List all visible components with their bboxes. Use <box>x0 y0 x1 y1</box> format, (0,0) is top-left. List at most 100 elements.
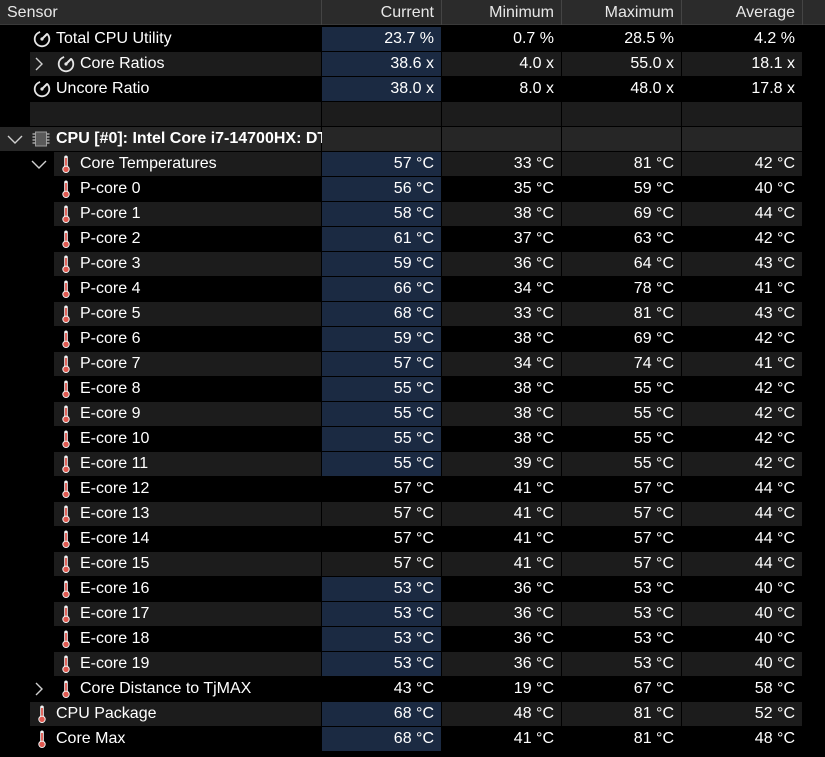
core-row[interactable]: P-core 1 58 °C 38 °C 69 °C 44 °C <box>0 202 802 227</box>
core-row[interactable]: E-core 10 55 °C 38 °C 55 °C 42 °C <box>0 427 802 452</box>
average-value: 18.1 x <box>682 52 802 76</box>
maximum-value: 69 °C <box>562 202 681 226</box>
sensor-label: E-core 16 <box>80 580 150 597</box>
sensor-row[interactable]: Core Distance to TjMAX 43 °C 19 °C 67 °C 58 … <box>0 677 802 702</box>
chevron-right-icon[interactable] <box>31 680 47 698</box>
core-row[interactable]: P-core 0 56 °C 35 °C 59 °C 40 °C <box>0 177 802 202</box>
minimum-value: 36 °C <box>442 577 561 601</box>
sensor-label: E-core 17 <box>80 605 150 622</box>
sensor-label: E-core 19 <box>80 655 150 672</box>
thermometer-icon <box>56 554 76 574</box>
sensor-name-cell: CPU [#0]: Intel Core i7-14700HX: DTS <box>0 127 338 151</box>
sensor-row[interactable]: Total CPU Utility 23.7 % 0.7 % 28.5 % 4.2 % <box>0 27 802 52</box>
core-row[interactable]: E-core 13 57 °C 41 °C 57 °C 44 °C <box>0 502 802 527</box>
maximum-value: 67 °C <box>562 677 681 701</box>
empty-cell <box>442 102 561 126</box>
thermometer-icon <box>56 404 76 424</box>
chevron-down-icon[interactable] <box>30 157 48 175</box>
column-header-current[interactable]: Current <box>322 0 442 25</box>
minimum-value: 38 °C <box>442 427 561 451</box>
sensor-name-cell: E-core 19 <box>0 652 321 676</box>
minimum-value: 4.0 x <box>442 52 561 76</box>
maximum-value: 81 °C <box>562 727 681 751</box>
gauge-icon <box>32 29 52 49</box>
sensor-name-cell: E-core 11 <box>0 452 321 476</box>
current-value: 23.7 % <box>322 27 441 51</box>
sensor-label: E-core 10 <box>80 430 150 447</box>
maximum-value: 55 °C <box>562 402 681 426</box>
core-row[interactable]: E-core 19 53 °C 36 °C 53 °C 40 °C <box>0 652 802 677</box>
sensor-row[interactable]: Core Max 68 °C 41 °C 81 °C 48 °C <box>0 727 802 752</box>
empty-cell <box>0 102 321 126</box>
maximum-value: 57 °C <box>562 502 681 526</box>
gauge-icon <box>56 54 76 74</box>
sensor-row[interactable]: Core Temperatures 57 °C 33 °C 81 °C 42 °C <box>0 152 802 177</box>
sensor-name-cell: P-core 4 <box>0 277 321 301</box>
sensor-label: E-core 15 <box>80 555 150 572</box>
core-row[interactable]: P-core 2 61 °C 37 °C 63 °C 42 °C <box>0 227 802 252</box>
core-row[interactable]: P-core 5 68 °C 33 °C 81 °C 43 °C <box>0 302 802 327</box>
sensor-label: P-core 6 <box>80 330 141 347</box>
average-value: 17.8 x <box>682 77 802 101</box>
thermometer-icon <box>56 179 76 199</box>
minimum-value: 33 °C <box>442 152 561 176</box>
current-value: 57 °C <box>322 502 441 526</box>
sensor-label: P-core 0 <box>80 180 141 197</box>
sensor-label: Total CPU Utility <box>56 30 172 47</box>
sensor-name-cell: Core Temperatures <box>0 152 321 176</box>
core-row[interactable]: E-core 9 55 °C 38 °C 55 °C 42 °C <box>0 402 802 427</box>
thermometer-icon <box>56 354 76 374</box>
thermometer-icon <box>56 154 76 174</box>
minimum-value: 41 °C <box>442 527 561 551</box>
minimum-value: 38 °C <box>442 327 561 351</box>
current-value: 53 °C <box>322 627 441 651</box>
minimum-value: 35 °C <box>442 177 561 201</box>
sensor-group-row[interactable]: CPU [#0]: Intel Core i7-14700HX: DTS <box>0 127 802 152</box>
sensor-label: Core Ratios <box>80 55 165 72</box>
average-value: 58 °C <box>682 677 802 701</box>
chevron-down-icon[interactable] <box>6 132 24 150</box>
maximum-value: 69 °C <box>562 327 681 351</box>
sensor-name-cell: Uncore Ratio <box>0 77 321 101</box>
core-row[interactable]: E-core 8 55 °C 38 °C 55 °C 42 °C <box>0 377 802 402</box>
column-header-minimum[interactable]: Minimum <box>442 0 562 25</box>
average-value: 44 °C <box>682 477 802 501</box>
chevron-right-icon[interactable] <box>31 55 47 73</box>
core-row[interactable]: E-core 12 57 °C 41 °C 57 °C 44 °C <box>0 477 802 502</box>
core-row[interactable]: E-core 17 53 °C 36 °C 53 °C 40 °C <box>0 602 802 627</box>
column-header-maximum[interactable]: Maximum <box>562 0 682 25</box>
sensor-row[interactable]: Uncore Ratio 38.0 x 8.0 x 48.0 x 17.8 x <box>0 77 802 102</box>
core-row[interactable]: E-core 15 57 °C 41 °C 57 °C 44 °C <box>0 552 802 577</box>
sensor-label: P-core 4 <box>80 280 141 297</box>
core-row[interactable]: P-core 7 57 °C 34 °C 74 °C 41 °C <box>0 352 802 377</box>
minimum-value: 34 °C <box>442 352 561 376</box>
column-header-sensor[interactable]: Sensor <box>0 0 322 25</box>
core-row[interactable]: P-core 6 59 °C 38 °C 69 °C 42 °C <box>0 327 802 352</box>
sensor-label: E-core 8 <box>80 380 141 397</box>
minimum-value: 36 °C <box>442 252 561 276</box>
sensor-name-cell: E-core 14 <box>0 527 321 551</box>
current-value: 57 °C <box>322 477 441 501</box>
core-row[interactable]: E-core 14 57 °C 41 °C 57 °C 44 °C <box>0 527 802 552</box>
sensor-row[interactable]: CPU Package 68 °C 48 °C 81 °C 52 °C <box>0 702 802 727</box>
core-row[interactable]: E-core 11 55 °C 39 °C 55 °C 42 °C <box>0 452 802 477</box>
core-row[interactable]: E-core 16 53 °C 36 °C 53 °C 40 °C <box>0 577 802 602</box>
maximum-value: 55 °C <box>562 427 681 451</box>
current-value: 43 °C <box>322 677 441 701</box>
average-value: 40 °C <box>682 627 802 651</box>
column-header-average[interactable]: Average <box>682 0 803 25</box>
core-row[interactable]: E-core 18 53 °C 36 °C 53 °C 40 °C <box>0 627 802 652</box>
maximum-value: 57 °C <box>562 527 681 551</box>
core-row[interactable]: P-core 4 66 °C 34 °C 78 °C 41 °C <box>0 277 802 302</box>
average-value: 40 °C <box>682 577 802 601</box>
scroll-gutter <box>803 27 825 755</box>
sensor-label: CPU [#0]: Intel Core i7-14700HX: DTS <box>56 130 338 147</box>
maximum-value: 63 °C <box>562 227 681 251</box>
sensor-name-cell: Core Ratios <box>0 52 321 76</box>
sensor-label: Core Distance to TjMAX <box>80 680 252 697</box>
minimum-value: 41 °C <box>442 727 561 751</box>
current-value: 55 °C <box>322 452 441 476</box>
core-row[interactable]: P-core 3 59 °C 36 °C 64 °C 43 °C <box>0 252 802 277</box>
average-value: 41 °C <box>682 352 802 376</box>
sensor-row[interactable]: Core Ratios 38.6 x 4.0 x 55.0 x 18.1 x <box>0 52 802 77</box>
